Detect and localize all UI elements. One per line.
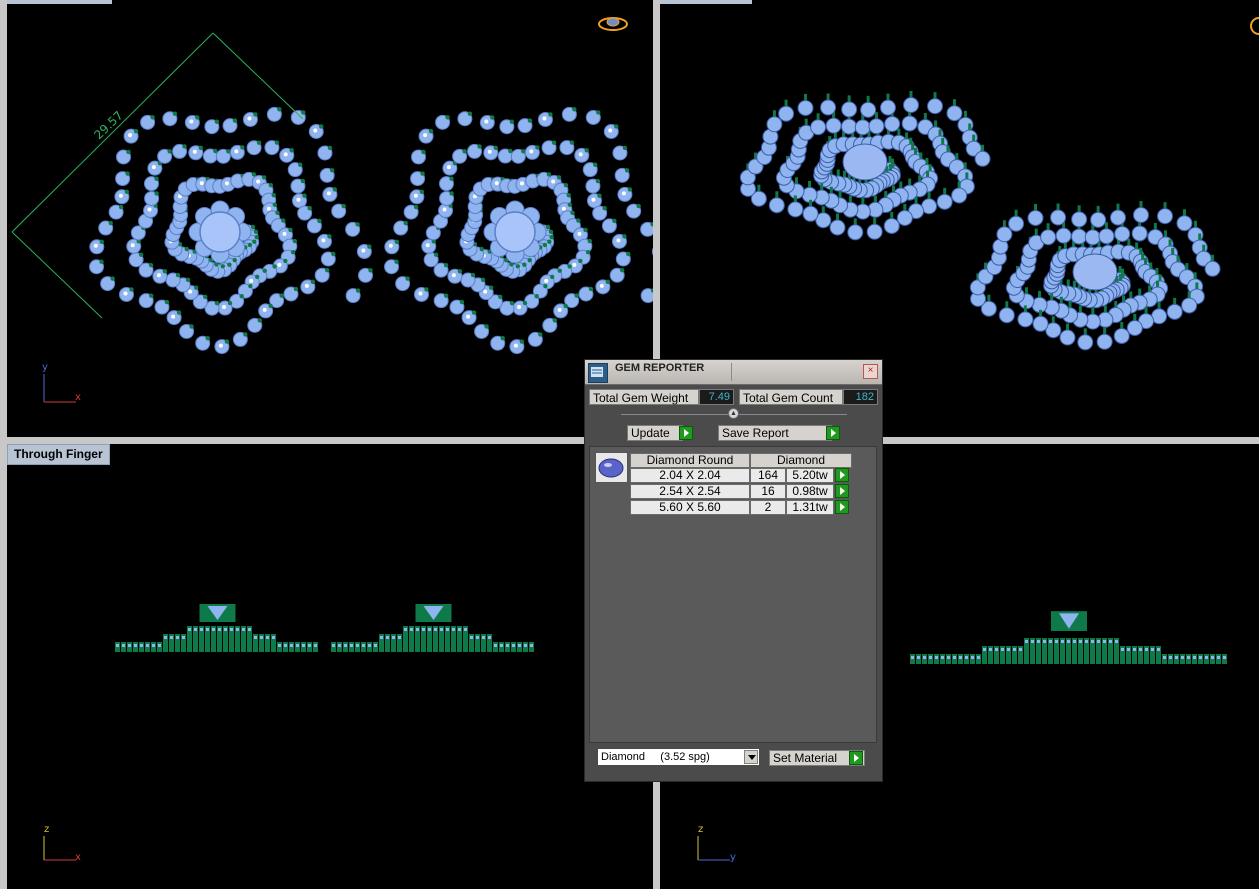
gem-reporter-app-icon	[588, 363, 608, 383]
ring-preview-icon	[1250, 17, 1259, 35]
gem-weight: 1.31tw	[786, 500, 834, 515]
header-material: Diamond	[750, 453, 852, 468]
collapse-toggle[interactable]: ▲	[728, 408, 739, 419]
gem-count: 16	[750, 484, 786, 499]
total-gem-count-value: 182	[843, 389, 878, 405]
top-view-scene: 29.57	[11, 17, 653, 355]
total-gem-weight-label: Total Gem Weight	[589, 389, 699, 405]
close-icon[interactable]: ×	[863, 364, 878, 379]
axis-gizmo-icon	[697, 836, 730, 861]
save-report-button[interactable]: Save Report	[718, 425, 832, 441]
set-material-go-icon[interactable]	[849, 751, 863, 765]
select-gems-icon[interactable]	[835, 468, 849, 482]
gem-size: 5.60 X 5.60	[630, 500, 750, 515]
viewport-through-finger[interactable]: Through Finger z x	[7, 444, 653, 889]
gem-size: 2.04 X 2.04	[630, 468, 750, 483]
gem-reporter-titlebar[interactable]: GEM REPORTER ×	[585, 360, 882, 385]
material-select[interactable]: Diamond (3.52 spg)	[597, 748, 760, 766]
gem-weight: 5.20tw	[786, 468, 834, 483]
round-diamond-icon[interactable]	[595, 452, 628, 483]
axis-gizmo-icon	[43, 836, 76, 861]
total-gem-weight-value: 7.49	[699, 389, 734, 405]
chevron-down-icon[interactable]	[744, 750, 758, 764]
axis-gizmo-icon	[43, 374, 76, 403]
gem-list: Diamond Round Diamond 2.04 X 2.04 164 5.…	[589, 446, 877, 743]
header-shape: Diamond Round	[630, 453, 750, 468]
save-report-go-icon[interactable]	[826, 426, 840, 440]
update-go-icon[interactable]	[679, 426, 693, 440]
gem-reporter-title: GEM REPORTER	[615, 362, 705, 374]
gem-weight: 0.98tw	[786, 484, 834, 499]
gem-size: 2.54 X 2.54	[630, 484, 750, 499]
select-gems-icon[interactable]	[835, 500, 849, 514]
update-button[interactable]: Update	[627, 425, 683, 441]
viewport-top[interactable]: 29.57 y x	[7, 0, 653, 437]
select-gems-icon[interactable]	[835, 484, 849, 498]
front-view-scene	[115, 604, 534, 652]
total-gem-count-label: Total Gem Count	[739, 389, 843, 405]
gem-count: 164	[750, 468, 786, 483]
gem-reporter-panel: GEM REPORTER × Total Gem Weight 7.49 Tot…	[584, 359, 883, 782]
gem-count: 2	[750, 500, 786, 515]
